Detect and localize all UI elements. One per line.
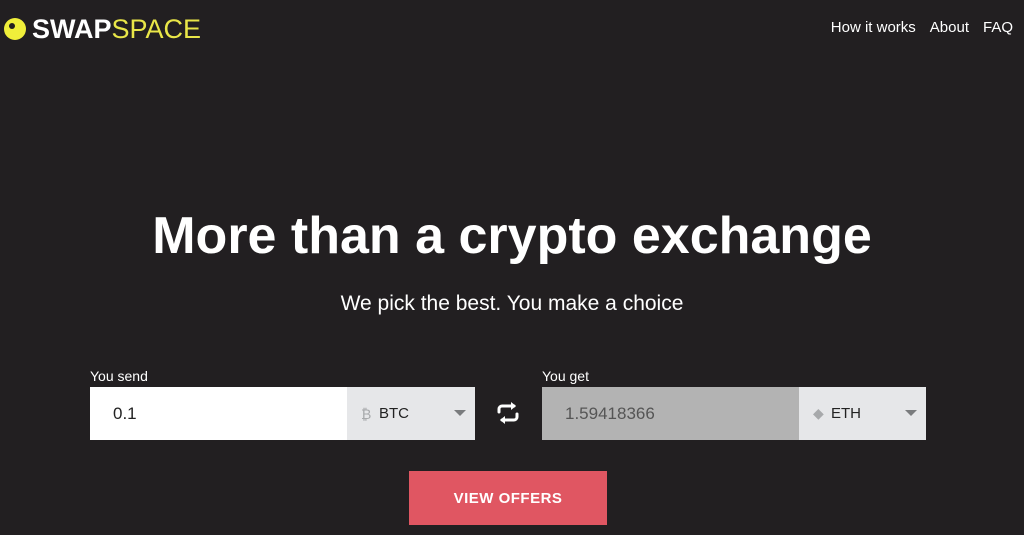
get-currency-label: ETH — [831, 405, 861, 422]
top-nav: How it works About FAQ — [831, 19, 1013, 36]
chevron-down-icon — [905, 410, 917, 416]
send-currency-label: BTC — [379, 405, 409, 422]
ethereum-icon: ◆ — [813, 405, 824, 421]
nav-link-about[interactable]: About — [930, 19, 969, 36]
logo-text-space: SPACE — [111, 14, 202, 44]
get-currency-select[interactable]: ◆ ETH — [799, 387, 926, 440]
hero-title: More than a crypto exchange — [152, 207, 872, 265]
you-send-label: You send — [90, 368, 148, 384]
get-field-group: 1.59418366 ◆ ETH — [542, 387, 926, 440]
hero-subtitle: We pick the best. You make a choice — [340, 292, 684, 315]
you-get-label: You get — [542, 368, 589, 384]
nav-link-how-it-works[interactable]: How it works — [831, 19, 916, 36]
chevron-down-icon — [454, 410, 466, 416]
send-currency-select[interactable]: ₿ BTC — [347, 387, 475, 440]
send-field-group: 0.1 ₿ BTC — [90, 387, 475, 440]
swap-arrows-icon[interactable] — [494, 400, 522, 426]
logo[interactable]: SWAP SPACE — [4, 14, 201, 44]
send-amount-input[interactable]: 0.1 — [90, 387, 347, 440]
view-offers-button[interactable]: VIEW OFFERS — [409, 471, 607, 525]
bitcoin-icon: ₿ — [361, 405, 372, 422]
site-header: SWAP SPACE How it works About FAQ — [0, 0, 1024, 60]
logo-dot-icon — [4, 18, 26, 40]
logo-text-swap: SWAP — [32, 14, 112, 44]
nav-link-faq[interactable]: FAQ — [983, 19, 1013, 36]
get-amount-output: 1.59418366 — [542, 387, 799, 440]
